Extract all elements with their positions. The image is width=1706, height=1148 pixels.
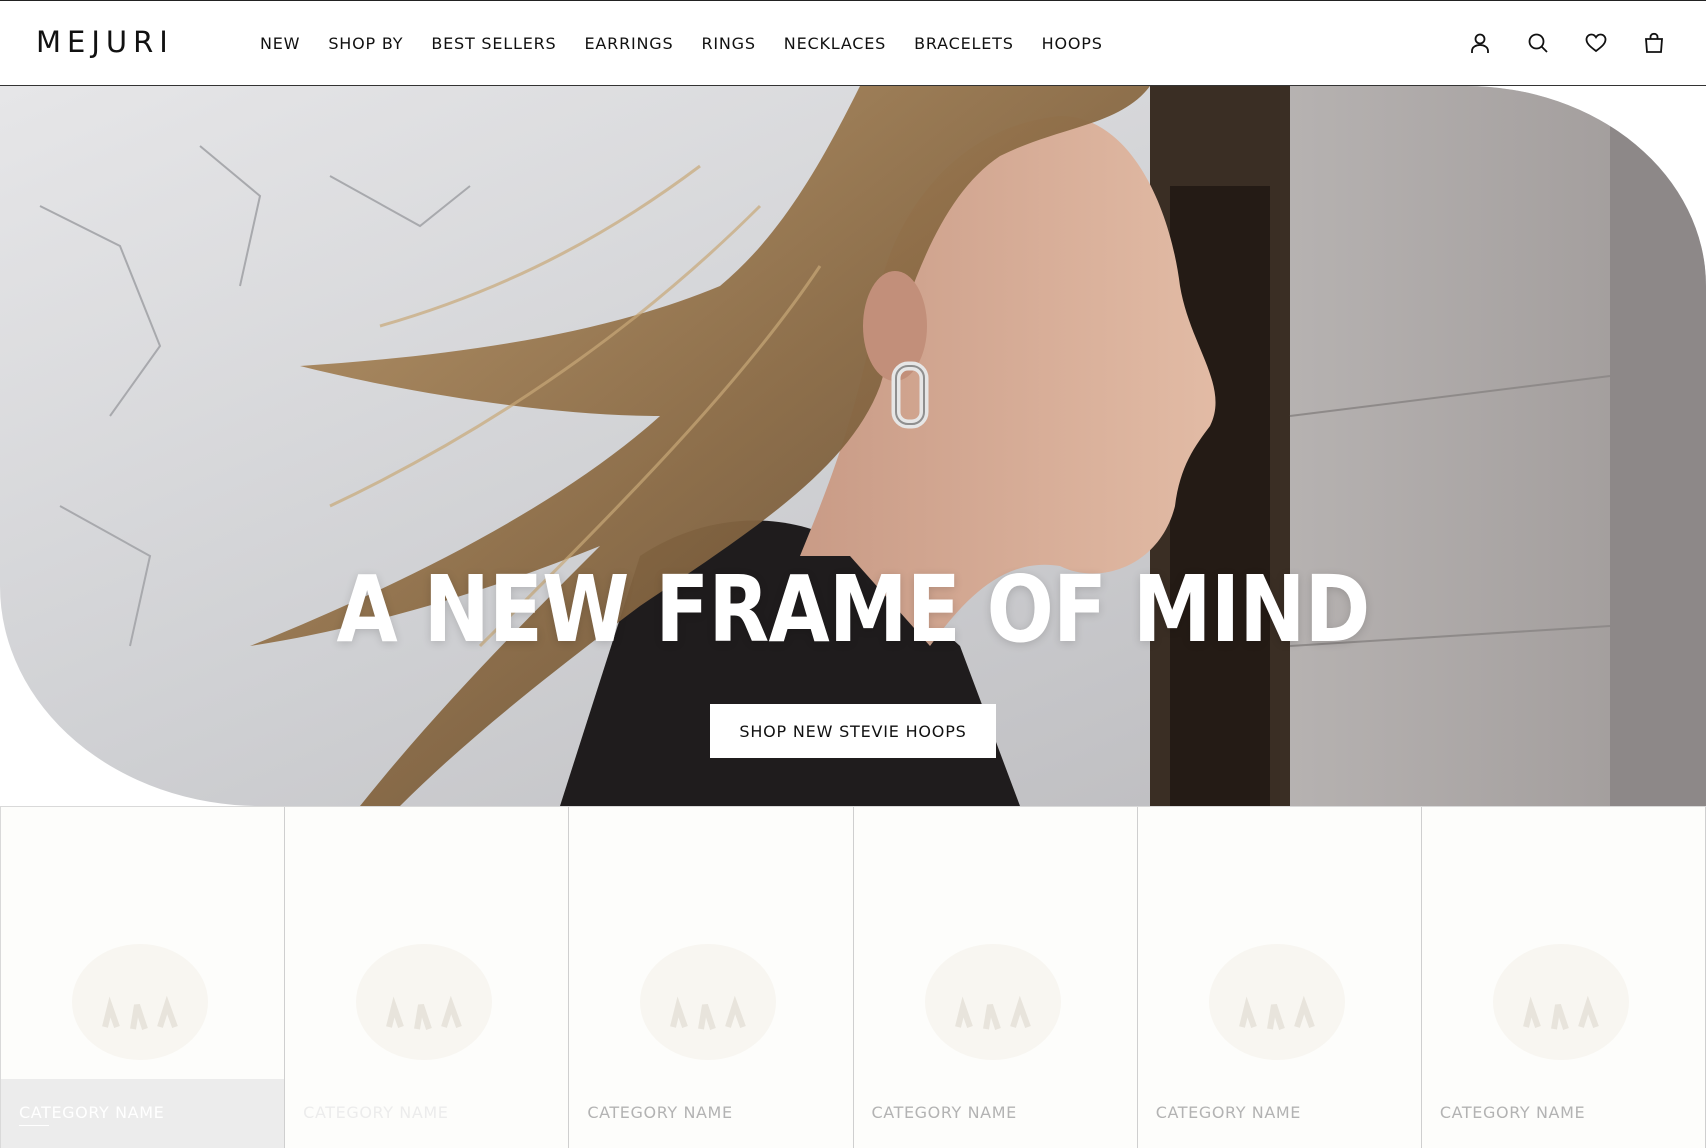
category-card[interactable]: CATEGORY NAME <box>852 807 1137 1148</box>
shopping-bag-icon[interactable] <box>1642 31 1666 55</box>
category-label: CATEGORY NAME <box>587 1103 733 1122</box>
hero-title: A NEW FRAME OF MIND <box>336 556 1371 663</box>
nav-item-necklaces[interactable]: NECKLACES <box>784 34 886 53</box>
nav-item-rings[interactable]: RINGS <box>701 34 755 53</box>
mejuri-logo[interactable]: MEJURI <box>36 25 174 59</box>
search-icon[interactable] <box>1526 31 1550 55</box>
header-icon-group <box>1468 31 1666 55</box>
main-nav: NEW SHOP BY BEST SELLERS EARRINGS RINGS … <box>260 34 1131 53</box>
category-card[interactable]: CATEGORY NAME <box>0 807 285 1148</box>
category-label: CATEGORY NAME <box>871 1103 1017 1122</box>
category-placeholder-image <box>633 937 783 1067</box>
nav-item-bracelets[interactable]: BRACELETS <box>914 34 1014 53</box>
category-card[interactable]: CATEGORY NAME <box>284 807 569 1148</box>
hero-banner: A NEW FRAME OF MIND SHOP NEW STEVIE HOOP… <box>0 86 1706 806</box>
category-card[interactable]: CATEGORY NAME <box>1136 807 1421 1148</box>
nav-item-best-sellers[interactable]: BEST SELLERS <box>431 34 556 53</box>
category-placeholder-image <box>349 937 499 1067</box>
nav-item-new[interactable]: NEW <box>260 34 300 53</box>
category-label: CATEGORY NAME <box>19 1103 165 1122</box>
category-card[interactable]: CATEGORY NAME <box>568 807 853 1148</box>
account-icon[interactable] <box>1468 31 1492 55</box>
nav-item-shop-by[interactable]: SHOP BY <box>328 34 403 53</box>
category-label-underline <box>19 1125 49 1126</box>
site-header: MEJURI NEW SHOP BY BEST SELLERS EARRINGS… <box>0 0 1706 86</box>
shop-new-stevie-hoops-button[interactable]: SHOP NEW STEVIE HOOPS <box>710 704 996 758</box>
nav-item-hoops[interactable]: HOOPS <box>1042 34 1103 53</box>
category-card[interactable]: CATEGORY NAME <box>1420 807 1706 1148</box>
category-label: CATEGORY NAME <box>1439 1103 1586 1122</box>
category-label: CATEGORY NAME <box>303 1103 449 1122</box>
wishlist-heart-icon[interactable] <box>1584 31 1608 55</box>
category-placeholder-image <box>918 937 1068 1067</box>
category-label: CATEGORY NAME <box>1155 1103 1302 1122</box>
nav-item-earrings[interactable]: EARRINGS <box>585 34 674 53</box>
category-placeholder-image <box>1486 937 1636 1067</box>
hero-photo-woman-with-hoop-earring <box>0 86 1706 806</box>
category-placeholder-image <box>65 937 215 1067</box>
category-grid: CATEGORY NAME CATEGORY NAME CATEGORY NAM… <box>0 806 1706 1148</box>
category-placeholder-image <box>1202 937 1352 1067</box>
